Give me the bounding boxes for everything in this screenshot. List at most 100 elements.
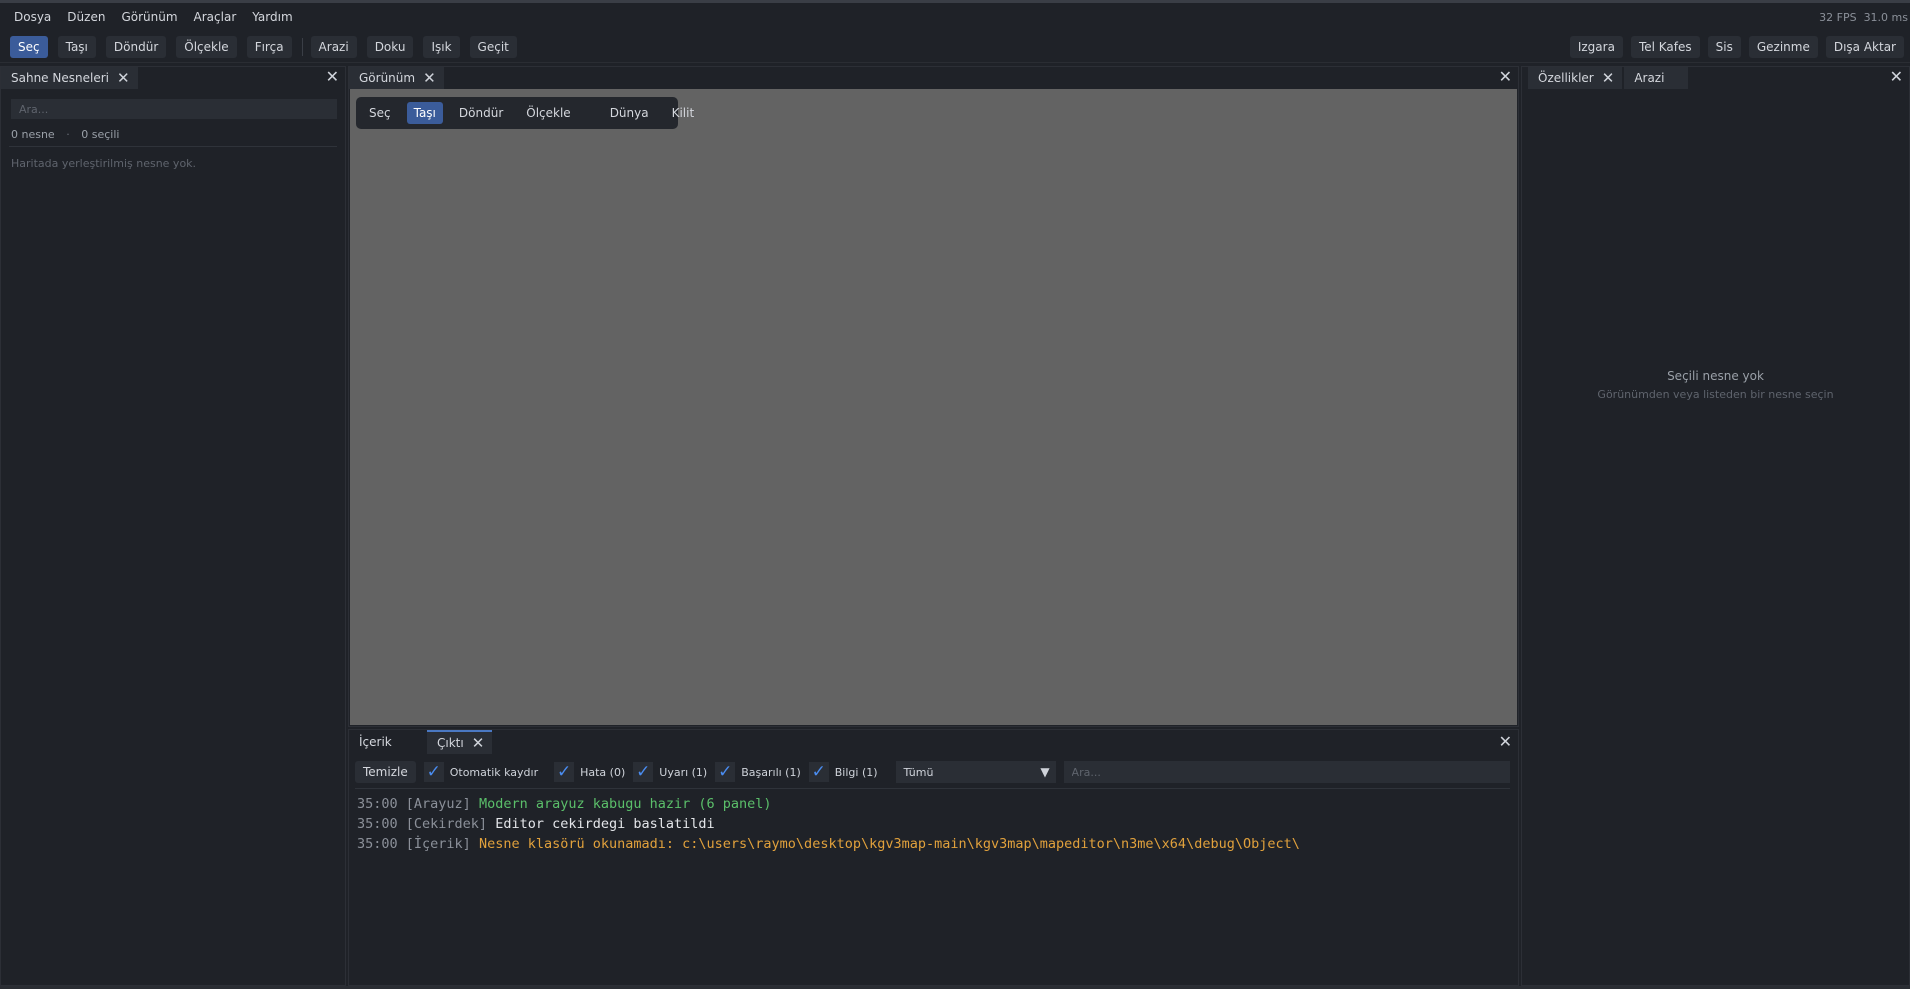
check-icon: ✓: [636, 761, 651, 782]
object-count: 0 nesne: [11, 128, 55, 141]
toggle-wireframe-button[interactable]: Tel Kafes: [1630, 36, 1700, 58]
mode-light-button[interactable]: Işık: [423, 35, 460, 58]
checkbox-label: Hata (0): [580, 765, 626, 779]
export-button[interactable]: Dışa Aktar: [1825, 36, 1904, 58]
log-time: 35:00: [357, 796, 398, 812]
tool-brush-button[interactable]: Fırça: [246, 35, 292, 58]
menu-view[interactable]: Görünüm: [113, 6, 185, 28]
tab-properties[interactable]: Özellikler ✕: [1528, 67, 1623, 89]
menu-file[interactable]: Dosya: [6, 6, 59, 28]
tab-label: Arazi: [1634, 71, 1665, 85]
log-source: [İçerik]: [405, 836, 471, 852]
frame-time: 31.0 ms: [1863, 11, 1908, 24]
selected-value: Tümü: [903, 765, 934, 779]
vp-select-button[interactable]: Seç: [362, 102, 398, 124]
log-message: Modern arayuz kabugu hazir (6 panel): [478, 796, 772, 812]
viewport-tabbar: Görünüm ✕: [349, 67, 1518, 89]
tool-rotate-button[interactable]: Döndür: [105, 35, 167, 58]
clear-button[interactable]: Temizle: [355, 761, 416, 783]
log-message: Editor cekirdegi baslatildi: [495, 816, 715, 832]
scene-empty-message: Haritada yerleştirilmiş nesne yok.: [11, 157, 197, 170]
scene-stats: 0 nesne · 0 seçili: [11, 128, 119, 141]
menu-tools[interactable]: Araçlar: [186, 6, 245, 28]
mode-texture-button[interactable]: Doku: [366, 35, 414, 58]
toggle-fog-button[interactable]: Sis: [1707, 36, 1741, 58]
caret-down-icon: ▼: [1040, 765, 1050, 779]
check-box[interactable]: ✓: [554, 761, 575, 782]
check-icon: ✓: [556, 761, 572, 782]
check-box[interactable]: ✓: [808, 761, 829, 782]
log-level-select[interactable]: Tümü ▼: [895, 761, 1056, 783]
navigation-button[interactable]: Gezinme: [1748, 36, 1818, 58]
divider: [355, 788, 1510, 789]
properties-panel: Özellikler ✕ Arazi ✕ Seçili nesne yok Gö…: [1521, 66, 1910, 986]
output-search-input[interactable]: [1063, 761, 1510, 783]
checkbox-label: Otomatik kaydır: [449, 765, 539, 779]
tab-label: Çıktı: [437, 736, 464, 750]
tab-viewport[interactable]: Görünüm ✕: [349, 67, 444, 89]
viewport-toolbar: Seç Taşı Döndür Ölçekle Dünya Kilit: [356, 97, 694, 129]
tool-scale-button[interactable]: Ölçekle: [176, 35, 237, 58]
checkbox-label: Başarılı (1): [741, 765, 801, 779]
autoscroll-checkbox[interactable]: ✓ Otomatik kaydır: [423, 762, 546, 782]
viewport-panel: Görünüm ✕ ✕ Seç Taşı Döndür Ölçekle Düny…: [348, 66, 1519, 727]
tab-label: Görünüm: [359, 71, 416, 85]
viewport-canvas[interactable]: Seç Taşı Döndür Ölçekle Dünya Kilit: [350, 89, 1517, 725]
tab-scene-objects[interactable]: Sahne Nesneleri ✕: [1, 67, 138, 89]
check-icon: ✓: [811, 761, 826, 782]
toggle-grid-button[interactable]: Izgara: [1569, 36, 1623, 58]
properties-empty-hint: Görünümden veya listeden bir nesne seçin: [1597, 388, 1834, 401]
log-source: [Arayuz]: [405, 796, 471, 812]
menu-help[interactable]: Yardım: [244, 6, 300, 28]
log-list: 35:00 [Arayuz] Modern arayuz kabugu hazi…: [357, 794, 1300, 854]
log-source: [Cekirdek]: [405, 816, 488, 832]
tab-content[interactable]: İçerik: [349, 730, 427, 754]
check-icon: ✓: [718, 761, 733, 782]
close-icon[interactable]: ✕: [1890, 69, 1903, 85]
checkbox-label: Bilgi (1): [834, 765, 878, 779]
check-box[interactable]: ✓: [633, 761, 654, 782]
scene-tabbar: Sahne Nesneleri ✕: [1, 67, 345, 89]
tool-select-button[interactable]: Seç: [10, 35, 48, 58]
vp-lock-button[interactable]: Kilit: [665, 102, 702, 124]
close-icon[interactable]: ✕: [472, 735, 485, 751]
filter-success-checkbox[interactable]: ✓ Başarılı (1): [715, 762, 801, 782]
tab-output[interactable]: Çıktı ✕: [427, 730, 493, 754]
close-icon[interactable]: ✕: [326, 69, 339, 85]
filter-error-checkbox[interactable]: ✓ Hata (0): [554, 762, 625, 782]
log-line: 35:00 [Cekirdek] Editor cekirdegi baslat…: [357, 814, 1300, 834]
tab-terrain[interactable]: Arazi: [1624, 67, 1689, 89]
perf-readout: 32 FPS 31.0 ms: [1819, 11, 1908, 24]
vp-scale-button[interactable]: Ölçekle: [519, 102, 577, 124]
checkbox-label: Uyarı (1): [659, 765, 708, 779]
close-icon[interactable]: ✕: [1602, 70, 1615, 86]
mode-terrain-button[interactable]: Arazi: [310, 35, 357, 58]
vp-move-button[interactable]: Taşı: [406, 102, 443, 124]
check-box[interactable]: ✓: [423, 762, 444, 782]
output-filter-bar: Temizle ✓ Otomatik kaydır ✓ Hata (0) ✓ U…: [355, 760, 1510, 784]
tool-move-button[interactable]: Taşı: [57, 35, 96, 58]
output-panel: İçerik Çıktı ✕ ✕ Temizle ✓ Otomatik kayd…: [348, 729, 1519, 986]
stats-separator: ·: [66, 128, 70, 141]
log-time: 35:00: [357, 836, 398, 852]
log-message: Nesne klasörü okunamadı: c:\users\raymo\…: [478, 836, 1300, 852]
toolbar-separator: [301, 37, 303, 56]
output-tabbar: İçerik Çıktı ✕: [349, 730, 1518, 754]
filter-warning-checkbox[interactable]: ✓ Uyarı (1): [633, 762, 707, 782]
filter-info-checkbox[interactable]: ✓ Bilgi (1): [808, 761, 878, 782]
log-line: 35:00 [Arayuz] Modern arayuz kabugu hazi…: [357, 794, 1300, 814]
vp-world-space-button[interactable]: Dünya: [603, 102, 656, 124]
menu-bar: Dosya Düzen Görünüm Araçlar Yardım 32 FP…: [0, 3, 1910, 31]
properties-empty-title: Seçili nesne yok: [1667, 369, 1764, 383]
scene-objects-panel: Sahne Nesneleri ✕ ✕ 0 nesne · 0 seçili H…: [0, 66, 346, 986]
main-toolbar: Seç Taşı Döndür Ölçekle Fırça Arazi Doku…: [0, 31, 1910, 63]
vp-rotate-button[interactable]: Döndür: [452, 102, 510, 124]
close-icon[interactable]: ✕: [1499, 734, 1512, 750]
scene-search-input[interactable]: [11, 99, 337, 119]
check-box[interactable]: ✓: [715, 761, 736, 782]
close-icon[interactable]: ✕: [117, 70, 130, 86]
menu-edit[interactable]: Düzen: [59, 6, 113, 28]
close-icon[interactable]: ✕: [423, 70, 436, 86]
mode-portal-button[interactable]: Geçit: [469, 35, 517, 58]
close-icon[interactable]: ✕: [1499, 69, 1512, 85]
